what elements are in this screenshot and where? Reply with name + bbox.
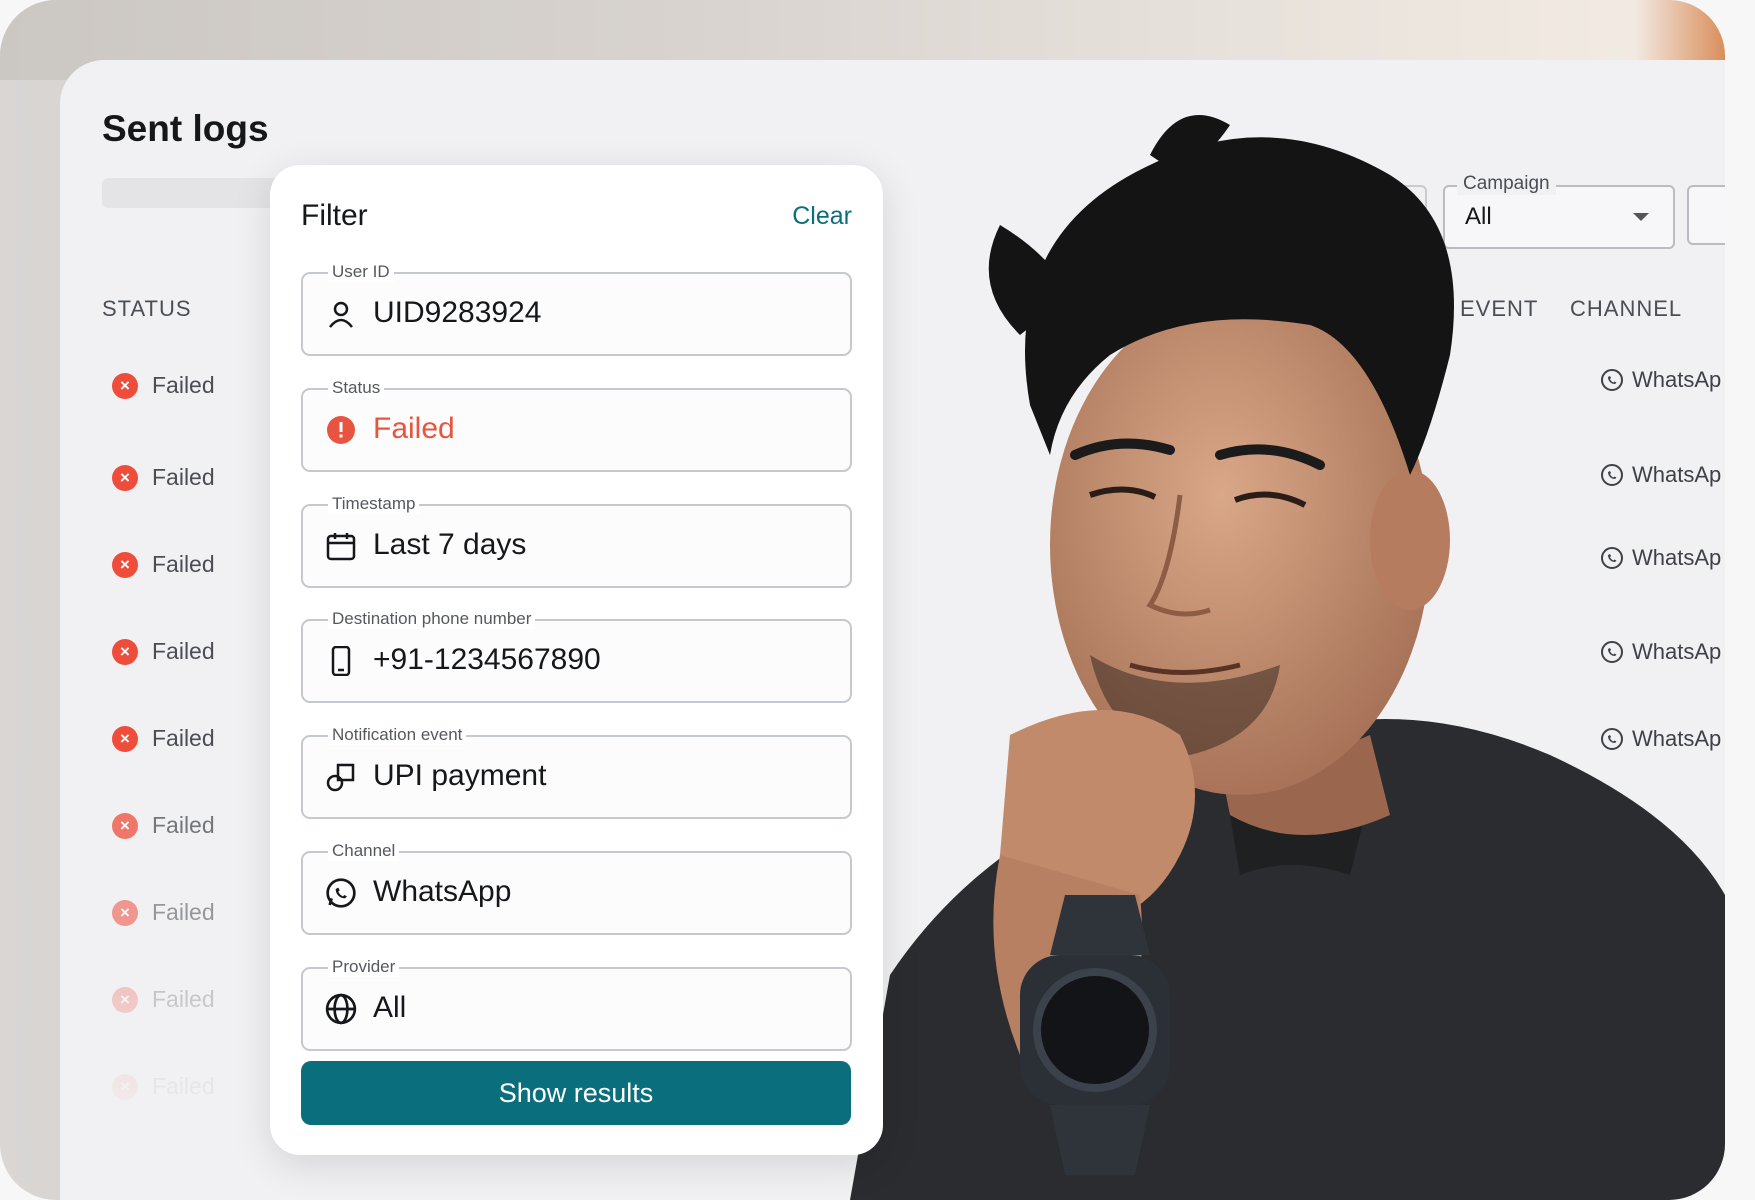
provider-field[interactable]: Provider All <box>301 957 852 1051</box>
status-field[interactable]: Status Failed <box>301 378 852 472</box>
field-value: UPI payment <box>373 759 547 792</box>
error-x-icon: × <box>112 551 138 578</box>
field-value: UID9283924 <box>373 296 542 329</box>
error-x-icon: × <box>112 464 138 491</box>
field-label: Notification event <box>328 725 467 745</box>
whatsapp-icon <box>325 877 357 909</box>
status-cell-label: Failed <box>152 464 215 490</box>
status-cell-label: Failed <box>152 899 215 925</box>
error-x-icon: × <box>112 372 138 399</box>
status-cell: × Failed <box>112 986 215 1013</box>
status-cell-label: Failed <box>152 812 215 838</box>
background-accent <box>1635 0 1725 60</box>
status-cell: × Failed <box>112 899 215 926</box>
notification-event-field[interactable]: Notification event UPI payment <box>301 725 852 819</box>
shapes-icon <box>325 761 357 793</box>
show-results-button[interactable]: Show results <box>301 1061 851 1125</box>
field-value: All <box>373 991 407 1024</box>
field-label: User ID <box>328 262 394 282</box>
field-label: Timestamp <box>328 494 420 514</box>
globe-icon <box>325 993 357 1025</box>
error-x-icon: × <box>112 1073 138 1100</box>
search-bar[interactable] <box>102 178 282 208</box>
field-value: Failed <box>373 412 455 445</box>
field-value: WhatsApp <box>373 875 512 908</box>
field-value: Last 7 days <box>373 528 527 561</box>
error-x-icon: × <box>112 899 138 926</box>
phone-icon <box>325 645 357 677</box>
field-value: +91-1234567890 <box>373 643 601 676</box>
status-cell-label: Failed <box>152 638 215 664</box>
clear-button[interactable]: Clear <box>792 202 852 231</box>
status-cell: × Failed <box>112 1073 215 1100</box>
channel-field[interactable]: Channel WhatsApp <box>301 841 852 935</box>
timestamp-field[interactable]: Timestamp Last 7 days <box>301 494 852 588</box>
status-cell-label: Failed <box>152 1073 215 1099</box>
status-cell: × Failed <box>112 372 215 399</box>
phone-number-field[interactable]: Destination phone number +91-1234567890 <box>301 609 852 703</box>
user-icon <box>325 298 357 330</box>
status-cell: × Failed <box>112 464 215 491</box>
status-cell-label: Failed <box>152 986 215 1012</box>
user-id-field[interactable]: User ID UID9283924 <box>301 262 852 356</box>
status-cell-label: Failed <box>152 551 215 577</box>
field-label: Channel <box>328 841 400 861</box>
column-header-status: STATUS <box>102 296 192 321</box>
status-cell: × Failed <box>112 551 215 578</box>
error-x-icon: × <box>112 812 138 839</box>
person-photo <box>850 95 1725 1200</box>
error-x-icon: × <box>112 638 138 665</box>
person-illustration <box>850 115 1725 1200</box>
error-x-icon: × <box>112 725 138 752</box>
alert-icon <box>325 414 357 446</box>
status-cell: × Failed <box>112 812 215 839</box>
screenshot-frame: Sent logs Campaign All STATUS EVENT CHAN… <box>0 0 1725 1200</box>
status-cell-label: Failed <box>152 372 215 398</box>
field-label: Status <box>328 378 385 398</box>
status-cell: × Failed <box>112 638 215 665</box>
status-cell: × Failed <box>112 725 215 752</box>
filter-title: Filter <box>301 199 368 232</box>
filter-panel: Filter Clear User ID UID9283924 Status F… <box>270 165 883 1155</box>
field-label: Destination phone number <box>328 609 536 629</box>
error-x-icon: × <box>112 986 138 1013</box>
page-title: Sent logs <box>102 108 269 149</box>
status-cell-label: Failed <box>152 725 215 751</box>
field-label: Provider <box>328 957 400 977</box>
calendar-icon <box>325 530 357 562</box>
